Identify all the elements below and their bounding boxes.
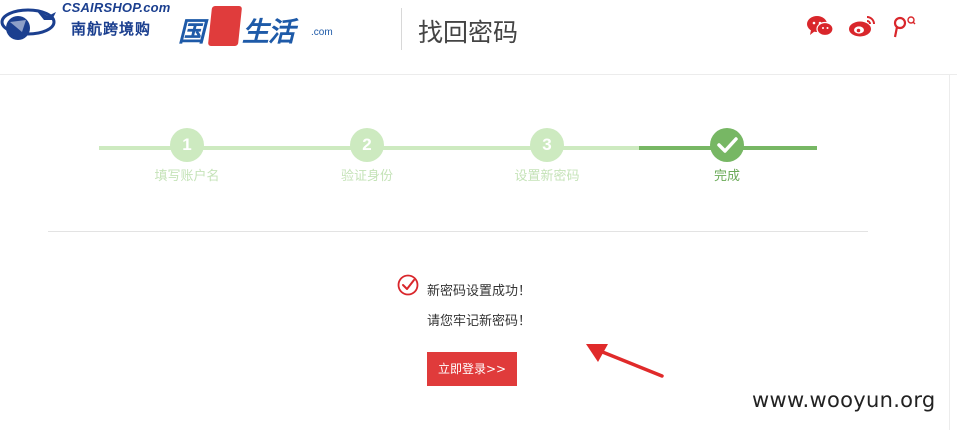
step-2-label: 验证身份 xyxy=(340,169,393,184)
header: CSAIRSHOP.com 南航跨境购 国 生活 .com 找回密码 xyxy=(0,0,957,75)
checkmark-icon xyxy=(717,137,738,153)
content-right-border xyxy=(949,74,950,430)
tencent-weibo-icon[interactable] xyxy=(891,14,919,38)
logo-gj-text-2: 生活 xyxy=(242,17,295,48)
step-1-circle: 1 xyxy=(170,128,204,162)
annotation-arrow-icon xyxy=(586,344,664,378)
wechat-icon[interactable] xyxy=(806,14,834,38)
login-now-button[interactable]: 立即登录>> xyxy=(427,352,517,386)
step-3-label: 设置新密码 xyxy=(514,169,580,184)
weibo-icon[interactable] xyxy=(848,14,876,38)
logo-site-text: CSAIRSHOP.com xyxy=(62,0,171,15)
logo-gj-text-1: 国 xyxy=(178,17,205,48)
page-title: 找回密码 xyxy=(418,18,519,47)
csairshop-logo[interactable]: CSAIRSHOP.com 南航跨境购 xyxy=(0,0,175,48)
globe-plane-icon xyxy=(0,8,56,40)
header-divider xyxy=(401,8,402,50)
watermark: www.wooyun.org xyxy=(752,388,936,412)
step-1-label: 填写账户名 xyxy=(154,169,220,184)
guoji-shenghuo-logo[interactable]: 国 生活 .com xyxy=(178,6,348,54)
step-2-circle: 2 xyxy=(350,128,384,162)
step-4-label: 完成 xyxy=(713,169,740,184)
section-divider xyxy=(48,231,868,232)
success-check-icon xyxy=(397,274,419,296)
step-3-circle: 3 xyxy=(530,128,564,162)
content-top-border xyxy=(0,74,957,75)
step-4-circle xyxy=(710,128,744,162)
success-message: 新密码设置成功！ xyxy=(427,284,532,299)
shopping-bag-icon xyxy=(207,6,243,46)
remember-message: 请您牢记新密码！ xyxy=(427,314,532,329)
logo-gj-com: .com xyxy=(311,27,333,38)
logo-cn-text: 南航跨境购 xyxy=(71,20,152,38)
